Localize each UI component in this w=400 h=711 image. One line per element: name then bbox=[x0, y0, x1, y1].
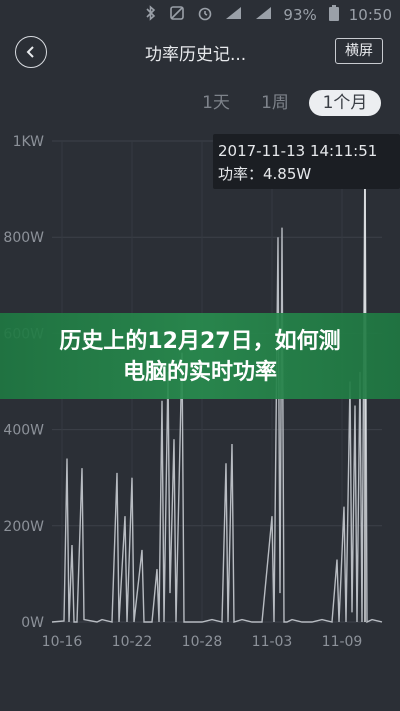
battery-percentage: 93% bbox=[283, 6, 317, 24]
x-tick-label: 10-22 bbox=[112, 634, 153, 650]
headline-text: 历史上的12月27日，如何测 电脑的实时功率 bbox=[0, 326, 400, 388]
x-tick-label: 10-16 bbox=[42, 634, 83, 650]
y-tick-label: 400W bbox=[3, 423, 44, 439]
signal-icon bbox=[255, 6, 273, 24]
y-tick-label: 0W bbox=[21, 615, 44, 631]
landscape-button[interactable]: 横屏 bbox=[335, 38, 383, 64]
y-tick-label: 1KW bbox=[13, 134, 45, 150]
status-bar: 93% 10:50 bbox=[0, 0, 400, 30]
mute-icon bbox=[169, 5, 185, 25]
bluetooth-icon bbox=[145, 5, 157, 25]
page-title: 功率历史记... bbox=[145, 45, 247, 65]
y-tick-label: 200W bbox=[3, 519, 44, 535]
x-tick-label: 11-03 bbox=[252, 634, 293, 650]
back-button[interactable] bbox=[15, 36, 47, 68]
tab-1-month[interactable]: 1个月 bbox=[309, 90, 381, 116]
chevron-left-icon bbox=[26, 46, 34, 58]
alarm-icon bbox=[197, 5, 213, 25]
tab-1-day[interactable]: 1天 bbox=[198, 90, 234, 116]
clock: 10:50 bbox=[348, 6, 392, 24]
tooltip-datetime: 2017-11-13 14:11:51 bbox=[218, 142, 378, 160]
data-tooltip: 2017-11-13 14:11:51 功率：4.85W bbox=[213, 134, 400, 189]
app-header: 功率历史记... 横屏 bbox=[0, 30, 400, 76]
signal-icon bbox=[225, 6, 243, 24]
headline-line-2: 电脑的实时功率 bbox=[122, 360, 277, 385]
headline-line-1: 历史上的12月27日，如何测 bbox=[59, 329, 341, 354]
range-tabs: 1天 1周 1个月 bbox=[0, 90, 400, 118]
x-tick-label: 11-09 bbox=[322, 634, 363, 650]
tooltip-value: 功率：4.85W bbox=[218, 165, 312, 183]
tab-1-week[interactable]: 1周 bbox=[257, 90, 293, 116]
battery-icon bbox=[328, 5, 339, 25]
x-tick-label: 10-28 bbox=[182, 634, 223, 650]
y-tick-label: 800W bbox=[3, 230, 44, 246]
